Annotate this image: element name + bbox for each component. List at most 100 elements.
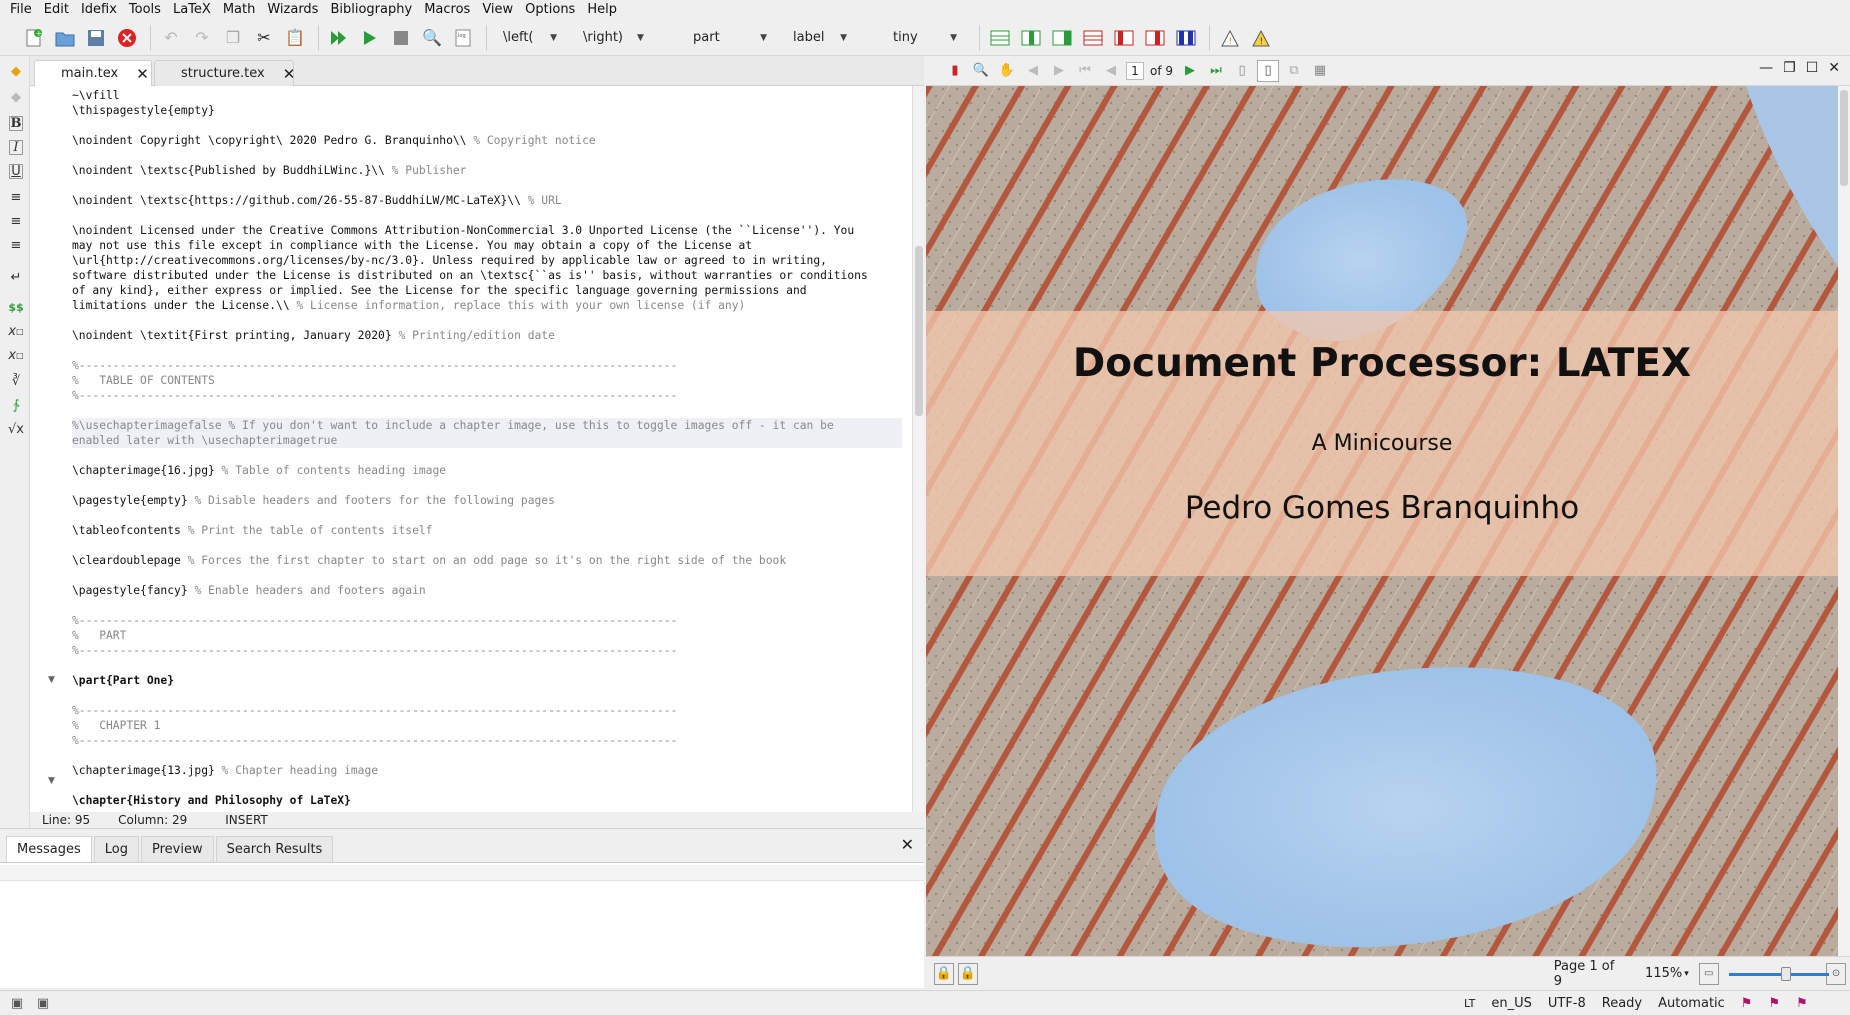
- align-left-icon[interactable]: ≡: [6, 188, 26, 206]
- align-right-icon[interactable]: ≡: [6, 236, 26, 254]
- paste-icon[interactable]: 📋: [281, 24, 309, 52]
- copy-icon[interactable]: ❐: [219, 24, 247, 52]
- table-cut-column-icon[interactable]: [1141, 24, 1169, 52]
- sync-lock-icon[interactable]: 🔒: [957, 962, 978, 985]
- close-icon[interactable]: ✕: [136, 65, 149, 83]
- dfrac-icon[interactable]: ∱: [6, 396, 26, 414]
- undo-icon[interactable]: ↶: [157, 24, 185, 52]
- messages-panel-icon[interactable]: ▣: [32, 992, 54, 1014]
- menu-edit[interactable]: Edit: [38, 0, 75, 20]
- menu-help[interactable]: Help: [581, 0, 623, 20]
- open-file-icon[interactable]: [51, 24, 79, 52]
- hand-tool-icon[interactable]: ✋: [996, 60, 1018, 82]
- grid-view-icon[interactable]: ▦: [1309, 60, 1331, 82]
- scrollbar-thumb[interactable]: [915, 246, 923, 416]
- file-encoding[interactable]: UTF-8: [1548, 996, 1586, 1011]
- minimize-icon[interactable]: —: [1759, 60, 1773, 76]
- cut-icon[interactable]: ✂: [250, 24, 278, 52]
- maximize-icon[interactable]: ☐: [1806, 60, 1819, 76]
- view-log-icon[interactable]: log: [449, 24, 477, 52]
- build-view-icon[interactable]: [325, 24, 353, 52]
- two-pages-icon[interactable]: ⧉: [1283, 60, 1305, 82]
- table-add-row-icon[interactable]: [986, 24, 1014, 52]
- structure-panel-icon[interactable]: ▣: [6, 992, 28, 1014]
- bookmark-3-icon[interactable]: ⚑: [1796, 996, 1808, 1011]
- menu-tools[interactable]: Tools: [123, 0, 167, 20]
- subscript-icon[interactable]: x □: [6, 322, 26, 340]
- continuous-icon[interactable]: ▯: [1257, 59, 1280, 82]
- next-warning-icon[interactable]: !: [1247, 24, 1275, 52]
- back-icon[interactable]: ◀: [1022, 60, 1044, 82]
- compile-icon[interactable]: [356, 24, 384, 52]
- close-icon[interactable]: ✕: [901, 835, 914, 854]
- stop-compile-icon[interactable]: [387, 24, 415, 52]
- tab-preview[interactable]: Preview: [140, 836, 214, 862]
- menu-view[interactable]: View: [476, 0, 519, 20]
- spellcheck-language[interactable]: en_US: [1491, 996, 1532, 1011]
- page-number-input[interactable]: 1: [1126, 61, 1144, 80]
- bookmark-icon[interactable]: ▮: [944, 60, 966, 82]
- menu-file[interactable]: File: [4, 0, 38, 20]
- tab-main-tex[interactable]: main.tex ✕: [34, 60, 152, 86]
- bold-icon[interactable]: B: [9, 116, 23, 131]
- previous-page-icon[interactable]: ◀: [1100, 60, 1122, 82]
- last-page-icon[interactable]: ⏭: [1205, 60, 1227, 82]
- references-combo[interactable]: label ▼: [783, 25, 853, 51]
- size-combo[interactable]: tiny ▼: [863, 25, 963, 51]
- lock-icon[interactable]: 🔒: [934, 962, 954, 985]
- zoom-icon[interactable]: 🔍: [970, 60, 992, 82]
- sqrt-icon[interactable]: √x: [6, 420, 26, 438]
- fraction-icon[interactable]: ∛: [6, 372, 26, 390]
- forward-icon[interactable]: ▶: [1048, 60, 1070, 82]
- first-page-icon[interactable]: ⏮: [1074, 60, 1096, 82]
- sectioning-combo[interactable]: part ▼: [653, 25, 773, 51]
- new-file-icon[interactable]: +: [20, 24, 48, 52]
- menu-macros[interactable]: Macros: [418, 0, 476, 20]
- tab-structure-tex[interactable]: structure.tex ✕: [154, 60, 296, 86]
- tab-log[interactable]: Log: [93, 836, 139, 862]
- bookmark-2-icon[interactable]: ⚑: [1768, 996, 1780, 1011]
- view-pdf-icon[interactable]: 🔍: [418, 24, 446, 52]
- bookmarks-icon[interactable]: ◆: [6, 88, 26, 106]
- redo-icon[interactable]: ↷: [188, 24, 216, 52]
- menu-bibliography[interactable]: Bibliography: [324, 0, 418, 20]
- restore-icon[interactable]: ❐: [1783, 60, 1796, 76]
- close-file-icon[interactable]: [113, 24, 141, 52]
- table-remove-row-icon[interactable]: [1079, 24, 1107, 52]
- next-page-icon[interactable]: ▶: [1179, 60, 1201, 82]
- superscript-icon[interactable]: x □: [6, 346, 26, 364]
- pdf-page-view[interactable]: Document Processor: LATEX A Minicourse P…: [926, 86, 1838, 956]
- bookmark-1-icon[interactable]: ⚑: [1741, 996, 1753, 1011]
- fold-toggle-icon[interactable]: ▼: [48, 675, 55, 685]
- fit-width-icon[interactable]: ▭: [1698, 962, 1719, 985]
- tab-search-results[interactable]: Search Results: [215, 836, 334, 862]
- align-center-icon[interactable]: ≡: [6, 212, 26, 230]
- new-line-icon[interactable]: ↵: [6, 268, 26, 286]
- zoom-reset-icon[interactable]: ⊙: [1826, 962, 1846, 985]
- right-delimiter-combo[interactable]: \right) ▼: [573, 25, 644, 51]
- code-editor[interactable]: ▼ ▼ ~\vfill \thispagestyle{empty} \noinden…: [30, 86, 912, 812]
- close-icon[interactable]: ✕: [283, 65, 296, 83]
- italic-icon[interactable]: I: [9, 140, 23, 155]
- scrollbar-thumb[interactable]: [1840, 90, 1848, 186]
- table-remove-column-icon[interactable]: [1110, 24, 1138, 52]
- left-delimiter-combo[interactable]: \left(▼: [493, 25, 563, 51]
- underline-icon[interactable]: U: [9, 164, 23, 179]
- save-icon[interactable]: [82, 24, 110, 52]
- pdf-scrollbar[interactable]: [1838, 86, 1850, 956]
- single-page-icon[interactable]: ▯: [1231, 60, 1253, 82]
- zoom-level[interactable]: 115%: [1645, 966, 1682, 981]
- menu-idefix[interactable]: Idefix: [75, 0, 123, 20]
- zoom-slider[interactable]: [1728, 965, 1829, 983]
- menu-math[interactable]: Math: [217, 0, 262, 20]
- zoom-slider-handle[interactable]: [1780, 966, 1791, 981]
- compile-mode[interactable]: Automatic: [1658, 996, 1725, 1011]
- table-add-column-icon[interactable]: [1017, 24, 1045, 52]
- close-icon[interactable]: ✕: [1828, 60, 1840, 76]
- editor-scrollbar[interactable]: [912, 86, 924, 826]
- math-mode-icon[interactable]: $$: [6, 298, 26, 316]
- languagetool-indicator[interactable]: LT: [1464, 997, 1475, 1010]
- menu-wizards[interactable]: Wizards: [261, 0, 324, 20]
- fold-toggle-icon[interactable]: ▼: [48, 776, 55, 786]
- menu-options[interactable]: Options: [519, 0, 581, 20]
